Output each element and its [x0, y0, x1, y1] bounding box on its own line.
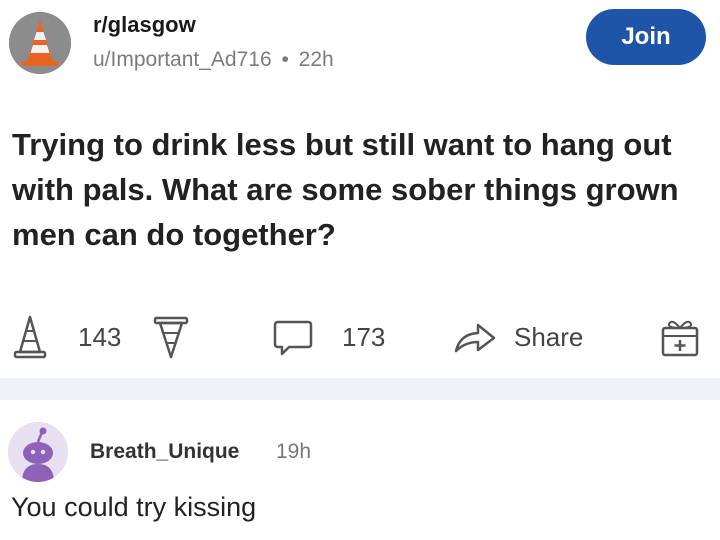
comment-count: 173 [342, 321, 386, 352]
post-title[interactable]: Trying to drink less but still want to h… [12, 122, 712, 257]
comment-time: 19h [276, 440, 312, 463]
section-divider [0, 378, 720, 400]
post-meta: u/Important_Ad716 • 22h [93, 48, 334, 72]
avatar[interactable] [8, 422, 68, 482]
comments-button[interactable]: 173 [272, 312, 385, 362]
gift-award-icon [661, 320, 699, 357]
comment-text: You could try kissing [11, 492, 257, 522]
comment-username[interactable]: Breath_Unique [90, 440, 239, 464]
snoo-avatar-icon [8, 422, 68, 482]
cone-upvote-icon [13, 315, 47, 359]
comment-bubble-icon [273, 320, 313, 356]
subreddit-name[interactable]: r/glasgow [93, 12, 196, 38]
share-label: Share [514, 321, 584, 352]
subreddit-avatar[interactable] [9, 12, 71, 74]
author-link[interactable]: u/Important_Ad716 [93, 48, 272, 71]
share-arrow-icon [454, 323, 496, 353]
post-time: 22h [298, 48, 334, 71]
upvote-count: 143 [78, 321, 122, 352]
join-button[interactable]: Join [586, 9, 706, 65]
traffic-cone-icon [9, 12, 71, 74]
share-button[interactable]: Share [452, 312, 583, 362]
award-button[interactable] [660, 312, 700, 362]
meta-separator: • [281, 48, 289, 71]
upvote-button[interactable] [12, 312, 48, 362]
cone-downvote-icon [153, 316, 189, 359]
vote-count: 143 [78, 312, 121, 362]
downvote-button[interactable] [152, 312, 190, 362]
